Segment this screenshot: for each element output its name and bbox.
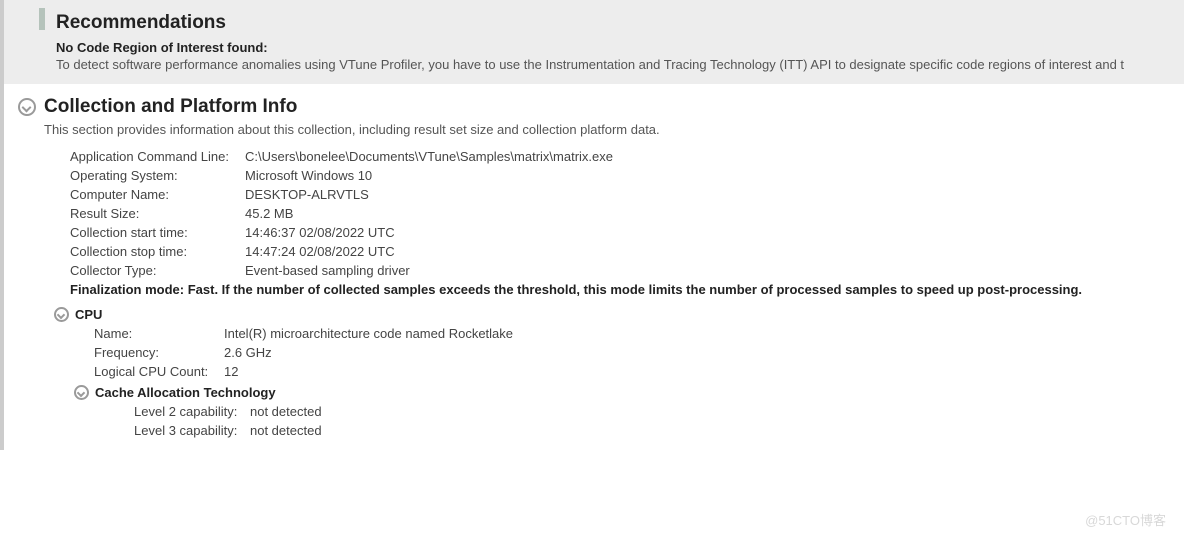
collapse-toggle-icon[interactable]: [54, 307, 69, 322]
recommendations-panel: Recommendations No Code Region of Intere…: [4, 0, 1184, 84]
table-row: Result Size:45.2 MB: [70, 204, 1174, 223]
kv-key: Name:: [94, 326, 224, 341]
table-row: Computer Name:DESKTOP-ALRVTLS: [70, 185, 1174, 204]
table-row: Level 3 capability:not detected: [134, 421, 1174, 440]
cache-allocation-title: Cache Allocation Technology: [95, 385, 276, 400]
kv-key: Frequency:: [94, 345, 224, 360]
cpu-section: CPU Name:Intel(R) microarchitecture code…: [54, 307, 1174, 440]
kv-key: Collector Type:: [70, 263, 245, 278]
collection-info-desc: This section provides information about …: [44, 122, 1174, 137]
kv-val: Intel(R) microarchitecture code named Ro…: [224, 326, 513, 341]
collection-info-title: Collection and Platform Info: [44, 96, 297, 118]
kv-key: Logical CPU Count:: [94, 364, 224, 379]
kv-key: Collection start time:: [70, 225, 245, 240]
recommendations-subheading: No Code Region of Interest found:: [56, 40, 1172, 55]
kv-val: C:\Users\bonelee\Documents\VTune\Samples…: [245, 149, 613, 164]
kv-key: Computer Name:: [70, 187, 245, 202]
kv-key: Result Size:: [70, 206, 245, 221]
cache-allocation-table: Level 2 capability:not detected Level 3 …: [134, 402, 1174, 440]
table-row: Level 2 capability:not detected: [134, 402, 1174, 421]
table-row: Application Command Line:C:\Users\bonele…: [70, 147, 1174, 166]
collection-info-section: Collection and Platform Info This sectio…: [4, 84, 1184, 450]
kv-val: 12: [224, 364, 238, 379]
table-row: Collection start time:14:46:37 02/08/202…: [70, 223, 1174, 242]
kv-val: not detected: [250, 404, 322, 419]
table-row: Logical CPU Count:12: [94, 362, 1174, 381]
cache-allocation-section: Cache Allocation Technology Level 2 capa…: [74, 385, 1174, 440]
kv-val: DESKTOP-ALRVTLS: [245, 187, 369, 202]
collection-info-table: Application Command Line:C:\Users\bonele…: [70, 147, 1174, 280]
finalization-note: Finalization mode: Fast. If the number o…: [70, 282, 1174, 297]
table-row: Name:Intel(R) microarchitecture code nam…: [94, 324, 1174, 343]
recommendations-heading: Recommendations: [56, 12, 1172, 34]
kv-key: Collection stop time:: [70, 244, 245, 259]
kv-key: Application Command Line:: [70, 149, 245, 164]
kv-val: 45.2 MB: [245, 206, 293, 221]
recommendations-body: To detect software performance anomalies…: [56, 57, 1172, 72]
collapse-toggle-icon[interactable]: [74, 385, 89, 400]
table-row: Frequency:2.6 GHz: [94, 343, 1174, 362]
kv-val: not detected: [250, 423, 322, 438]
table-row: Operating System:Microsoft Windows 10: [70, 166, 1174, 185]
collapse-toggle-icon[interactable]: [18, 98, 36, 116]
cpu-title: CPU: [75, 307, 102, 322]
table-row: Collector Type:Event-based sampling driv…: [70, 261, 1174, 280]
kv-key: Level 3 capability:: [134, 423, 250, 438]
kv-val: Microsoft Windows 10: [245, 168, 372, 183]
watermark: @51CTO博客: [1085, 510, 1166, 529]
kv-val: 14:47:24 02/08/2022 UTC: [245, 244, 395, 259]
kv-key: Operating System:: [70, 168, 245, 183]
kv-key: Level 2 capability:: [134, 404, 250, 419]
recommendations-accent-bar: [39, 8, 45, 30]
kv-val: 2.6 GHz: [224, 345, 272, 360]
cpu-table: Name:Intel(R) microarchitecture code nam…: [94, 324, 1174, 381]
kv-val: 14:46:37 02/08/2022 UTC: [245, 225, 395, 240]
kv-val: Event-based sampling driver: [245, 263, 410, 278]
table-row: Collection stop time:14:47:24 02/08/2022…: [70, 242, 1174, 261]
